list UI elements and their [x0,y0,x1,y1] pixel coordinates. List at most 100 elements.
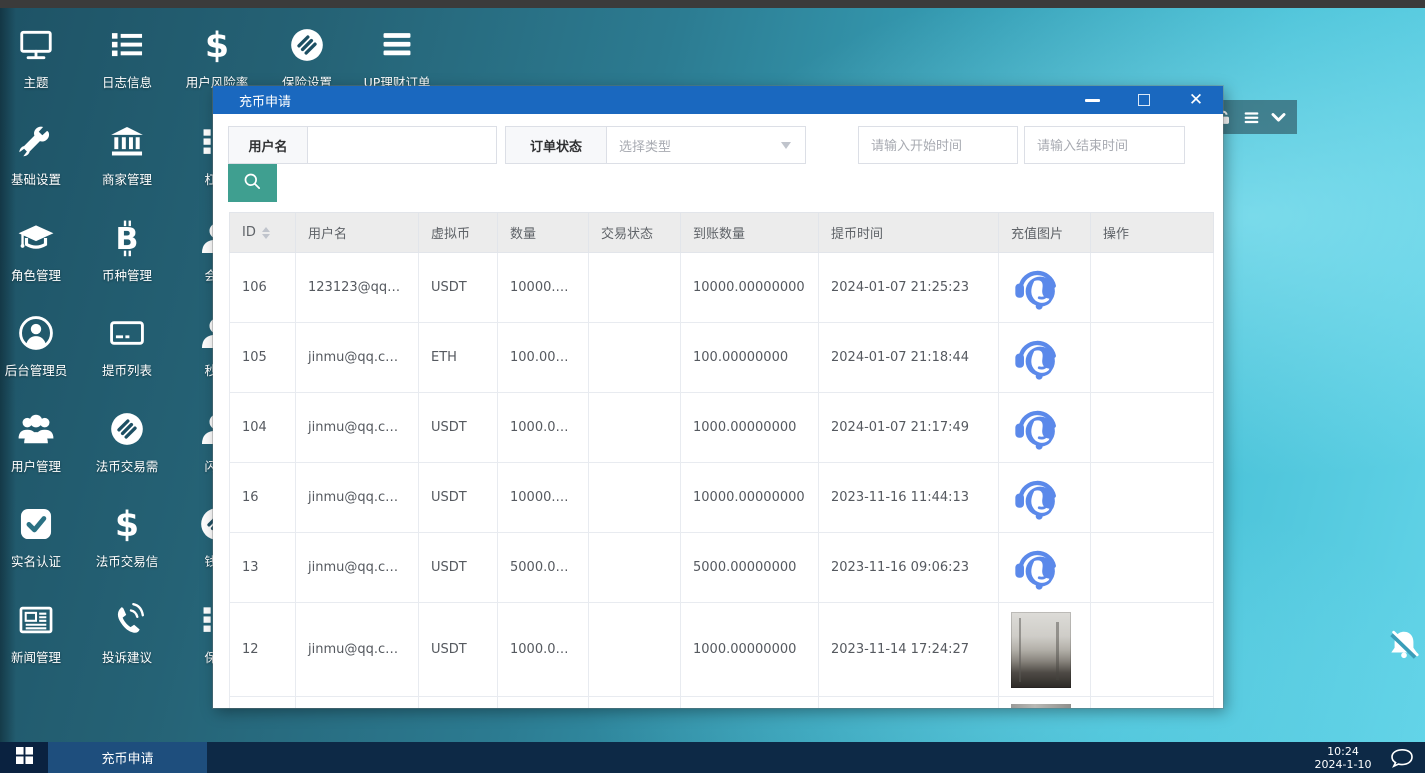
window-titlebar[interactable]: 充币申请 ✕ [213,86,1223,114]
desktop-icon-label: 角色管理 [11,265,61,284]
cell-action [1091,393,1214,463]
desktop-icon[interactable]: 实名认证 [0,505,82,570]
desktop-icon[interactable]: 日志信息 [81,26,173,91]
desktop-icon-label: 币种管理 [102,265,152,284]
service-avatar-image[interactable] [1011,472,1063,524]
cell-time: 2024-01-07 21:18:44 [819,323,999,393]
column-header: 数量 [498,213,589,253]
desktop-icon[interactable]: 保险设置 [261,26,353,91]
desktop-icon-label: 实名认证 [11,551,61,570]
table-row-partial [230,697,1214,709]
desktop-icon-label: 后台管理员 [5,360,68,379]
deposit-image-cell [999,393,1091,463]
cell-id: 105 [230,323,296,393]
deposit-request-window: 充币申请 ✕ 用户名 订单状态 选择类型 [213,86,1223,708]
cell-amount: 100.00… [498,323,589,393]
cell-time: 2024-01-07 21:17:49 [819,393,999,463]
desktop-icon[interactable]: 商家管理 [81,123,173,188]
menu-icon[interactable] [1242,108,1260,126]
end-time-input[interactable] [1024,126,1185,164]
sort-carets-icon[interactable] [262,227,270,239]
desktop-icon[interactable]: 新闻管理 [0,601,82,666]
deposit-photo-thumbnail[interactable] [1011,704,1071,708]
cell-username: jinmu@qq.c… [296,603,419,697]
column-header-label: 充值图片 [1011,227,1063,242]
start-time-input[interactable] [858,126,1018,164]
user-circle-icon [17,314,55,352]
column-header: 到账数量 [681,213,819,253]
cell-id [230,697,296,709]
desktop-icon-label: 日志信息 [102,72,152,91]
column-header-label: 数量 [510,227,536,242]
cell-time: 2023-11-16 11:44:13 [819,463,999,533]
graduation-cap-icon [17,219,55,257]
desktop-icon[interactable]: $法币交易信 [81,505,173,570]
deposit-image-cell [999,253,1091,323]
cell-amount: 5000.0… [498,533,589,603]
desktop-icon-label: 主题 [23,72,48,91]
table-row: 105jinmu@qq.c…ETH100.00…100.000000002024… [230,323,1214,393]
close-button[interactable]: ✕ [1183,90,1209,110]
column-header-label: 交易状态 [601,227,653,242]
cell-amount: 10000.… [498,253,589,323]
window-title: 充币申请 [239,91,291,110]
desktop-icon[interactable]: 后台管理员 [0,314,82,379]
bank-icon [108,123,146,161]
desktop-icon[interactable]: 提币列表 [81,314,173,379]
column-header-label: 操作 [1103,227,1129,242]
service-avatar-image[interactable] [1011,262,1063,314]
service-avatar-image[interactable] [1011,402,1063,454]
chevron-down-icon[interactable] [1270,108,1288,126]
desktop-icon[interactable]: 角色管理 [0,219,82,284]
order-status-select[interactable]: 选择类型 [607,126,806,164]
cell-action [1091,603,1214,697]
taskbar-item-label: 充币申请 [101,748,153,767]
cell-action [1091,463,1214,533]
service-avatar-image[interactable] [1011,332,1063,384]
desktop-icon[interactable]: 主题 [0,26,82,91]
coin-logo-icon [108,410,146,448]
desktop: 主题日志信息$用户风险率保险设置UP理财订单基础设置商家管理杠杆角色管理B币种管… [0,0,1425,773]
column-header[interactable]: ID [230,213,296,253]
desktop-icon-label: 基础设置 [11,169,61,188]
deposit-image-cell [999,533,1091,603]
bitcoin-icon: B [108,219,146,257]
desktop-icon[interactable]: 基础设置 [0,123,82,188]
desktop-icon[interactable]: B 币种管理 [81,219,173,284]
table-row: 16jinmu@qq.c…USDT10000.…10000.0000000020… [230,463,1214,533]
bell-slash-icon[interactable] [1388,628,1420,660]
filter-bar: 用户名 订单状态 选择类型 [228,126,1208,164]
table-row: 104jinmu@qq.c…USDT1000.0…1000.0000000020… [230,393,1214,463]
deposit-photo-thumbnail[interactable] [1011,612,1071,688]
taskbar-item-deposit-request[interactable]: 充币申请 [48,742,207,773]
search-button[interactable] [228,164,277,202]
start-button[interactable] [0,742,48,773]
desktop-icon[interactable]: 投诉建议 [81,601,173,666]
cell-time: 2024-01-07 21:25:23 [819,253,999,323]
cell-status [589,463,681,533]
table-row: 13jinmu@qq.c…USDT5000.0…5000.00000000202… [230,533,1214,603]
cell-arrival: 5000.00000000 [681,533,819,603]
cell-id: 16 [230,463,296,533]
desktop-icon[interactable]: 法币交易需 [81,410,173,475]
maximize-button[interactable] [1131,90,1157,110]
service-avatar-image[interactable] [1011,542,1063,594]
clock-date: 2024-1-10 [1307,758,1379,771]
cell-amount: 1000.0… [498,603,589,697]
desktop-icon[interactable]: 用户管理 [0,410,82,475]
column-header: 提币时间 [819,213,999,253]
desktop-icon[interactable]: $用户风险率 [171,26,263,91]
cell-id: 104 [230,393,296,463]
cell-coin: ETH [419,323,498,393]
svg-text:$: $ [115,505,139,543]
cell-username: 123123@qq… [296,253,419,323]
desktop-icon[interactable]: UP理财订单 [351,26,443,91]
username-input[interactable] [308,126,497,164]
desktop-icon-label: 用户管理 [11,456,61,475]
cell-time: 2023-11-14 17:24:27 [819,603,999,697]
desktop-icon-label: 法币交易需 [96,456,159,475]
column-header: 充值图片 [999,213,1091,253]
chat-bubble-icon[interactable] [1379,742,1425,773]
cell-action [1091,697,1214,709]
minimize-button[interactable] [1079,90,1105,110]
